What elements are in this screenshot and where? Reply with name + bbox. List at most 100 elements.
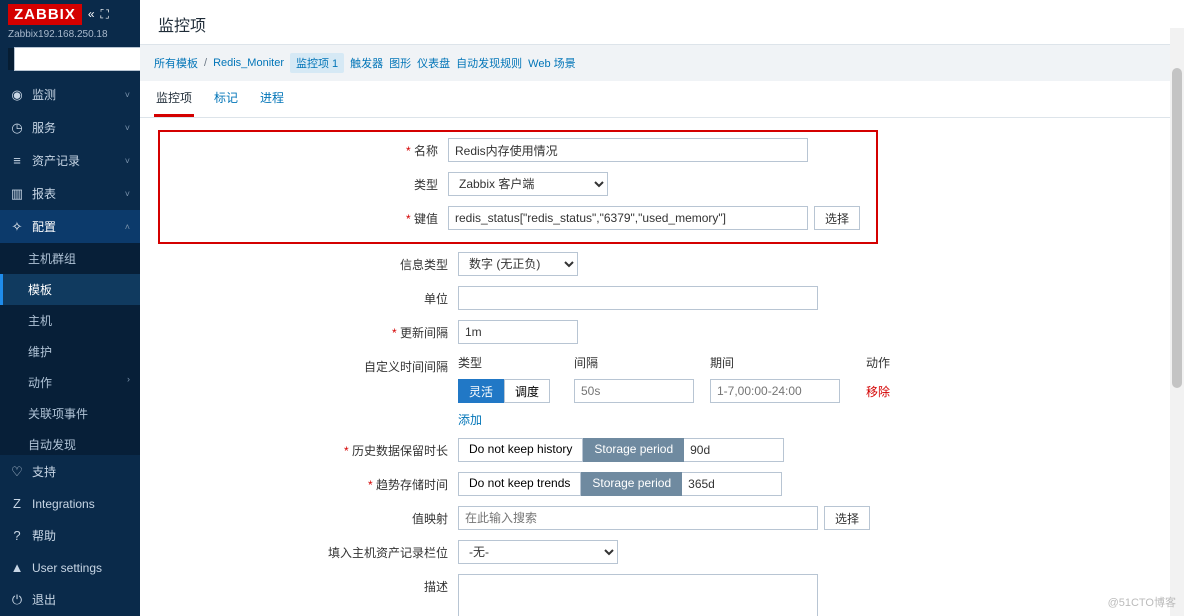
history-dnk-button[interactable]: Do not keep history <box>458 438 583 462</box>
crumb-web[interactable]: Web 场景 <box>528 55 575 71</box>
chevron-icon: ˅ <box>125 90 130 100</box>
scrollbar-thumb[interactable] <box>1172 68 1182 388</box>
logo-row: ZABBIX « ⛶ <box>0 0 140 29</box>
nav-icon: ⏻ <box>10 592 24 608</box>
chevron-icon: ˅ <box>125 123 130 133</box>
trends-value-input[interactable] <box>682 472 782 496</box>
nav-label: 配置 <box>32 218 56 235</box>
bottom-nav-item[interactable]: ♡ 支持 <box>0 455 140 488</box>
sidebar: ZABBIX « ⛶ Zabbix192.168.250.18 🔍 ◉ 监测 ˅ ◷ 服… <box>0 0 140 616</box>
host-address: Zabbix192.168.250.18 <box>0 29 140 44</box>
trends-label: 趋势存储时间 <box>158 472 458 493</box>
history-value-input[interactable] <box>684 438 784 462</box>
nav-label: 退出 <box>32 591 56 608</box>
nav-label: 帮助 <box>32 527 56 544</box>
nav-sub-item[interactable]: 模板 <box>0 274 140 305</box>
ci-period-input[interactable] <box>710 379 840 403</box>
ci-schedule-button[interactable]: 调度 <box>504 379 550 403</box>
nav-label: 监测 <box>32 86 56 103</box>
tab-item[interactable]: 监控项 <box>154 89 194 117</box>
tab-tag[interactable]: 标记 <box>212 89 240 117</box>
crumb-dashboards[interactable]: 仪表盘 <box>417 55 450 71</box>
valuemap-select-button[interactable]: 选择 <box>824 506 870 530</box>
nav-sub-item[interactable]: 维护 <box>0 336 140 367</box>
tab-process[interactable]: 进程 <box>258 89 286 117</box>
key-input[interactable] <box>448 206 808 230</box>
nav-label: Integrations <box>32 497 95 511</box>
brand-logo[interactable]: ZABBIX <box>8 4 82 25</box>
ci-flexible-button[interactable]: 灵活 <box>458 379 504 403</box>
nav-item[interactable]: ▥报表˅ <box>0 177 140 210</box>
desc-textarea[interactable] <box>458 574 818 616</box>
nav-sub-item[interactable]: 主机 <box>0 305 140 336</box>
key-label: 键值 <box>168 206 448 227</box>
info-type-select[interactable]: 数字 (无正负) <box>458 252 578 276</box>
crumb-template[interactable]: Redis_Moniter <box>213 57 284 69</box>
inventory-select[interactable]: -无- <box>458 540 618 564</box>
crumb-graphs[interactable]: 图形 <box>389 55 411 71</box>
nav-sub-item[interactable]: 自动发现 <box>0 429 140 455</box>
watermark: @51CTO博客 <box>1108 594 1176 610</box>
bottom-nav-item[interactable]: ▲ User settings <box>0 552 140 583</box>
trends-dnk-button[interactable]: Do not keep trends <box>458 472 581 496</box>
crumb-discovery[interactable]: 自动发现规则 <box>456 55 522 71</box>
trends-storage-button[interactable]: Storage period <box>581 472 682 496</box>
bottom-nav-item[interactable]: ⏻ 退出 <box>0 583 140 616</box>
ci-remove-link[interactable]: 移除 <box>866 383 926 400</box>
type-select[interactable]: Zabbix 客户端 <box>448 172 608 196</box>
nav-sub-item[interactable]: 关联项事件 <box>0 398 140 429</box>
nav-label: 服务 <box>32 119 56 136</box>
highlight-box: 名称 类型 Zabbix 客户端 键值 选择 <box>158 130 878 244</box>
crumb-all-templates[interactable]: 所有模板 <box>154 55 198 71</box>
ci-interval-input[interactable] <box>574 379 694 403</box>
nav-icon: ▥ <box>10 186 24 202</box>
nav-sub-item[interactable]: 动作› <box>0 367 140 398</box>
nav-icon: ▲ <box>10 560 24 575</box>
custom-interval-label: 自定义时间间隔 <box>158 354 458 375</box>
search-box[interactable]: 🔍 <box>8 48 132 70</box>
crumb-sep: / <box>204 57 207 69</box>
unit-label: 单位 <box>158 286 458 307</box>
valuemap-label: 值映射 <box>158 506 458 527</box>
main: 监控项 所有模板 / Redis_Moniter 监控项 1 触发器 图形 仪表… <box>140 0 1184 616</box>
breadcrumb: 所有模板 / Redis_Moniter 监控项 1 触发器 图形 仪表盘 自动… <box>140 45 1184 81</box>
nav-icon: Z <box>10 496 24 511</box>
name-input[interactable] <box>448 138 808 162</box>
name-label: 名称 <box>168 138 448 159</box>
history-label: 历史数据保留时长 <box>158 438 458 459</box>
bottom-nav-item[interactable]: Z Integrations <box>0 488 140 519</box>
ci-add-link[interactable]: 添加 <box>458 413 482 427</box>
bottom-nav: ♡ 支持 Z Integrations? 帮助 ▲ User settings ⏻ 退出 <box>0 455 140 616</box>
chevron-right-icon: › <box>127 374 130 384</box>
history-storage-button[interactable]: Storage period <box>583 438 684 462</box>
nav-label: 支持 <box>32 463 56 480</box>
bottom-nav-item[interactable]: ? 帮助 <box>0 519 140 552</box>
nav-icon: ♡ <box>10 464 24 480</box>
nav-label: User settings <box>32 561 102 575</box>
nav-icon: ≡ <box>10 153 24 168</box>
valuemap-input[interactable] <box>458 506 818 530</box>
key-select-button[interactable]: 选择 <box>814 206 860 230</box>
nav-item[interactable]: ✧配置˄ <box>0 210 140 243</box>
nav-icon: ◷ <box>10 120 24 136</box>
interval-input[interactable] <box>458 320 578 344</box>
nav-icon: ? <box>10 528 24 543</box>
info-type-label: 信息类型 <box>158 252 458 273</box>
nav-icon: ◉ <box>10 87 24 103</box>
nav-sub-item[interactable]: 主机群组 <box>0 243 140 274</box>
nav-item[interactable]: ◷ 服务 ˅ <box>0 111 140 144</box>
crumb-triggers[interactable]: 触发器 <box>350 55 383 71</box>
unit-input[interactable] <box>458 286 818 310</box>
type-label: 类型 <box>168 172 448 193</box>
scrollbar-track[interactable] <box>1170 28 1184 616</box>
chevron-icon: ˅ <box>125 189 130 199</box>
form: 名称 类型 Zabbix 客户端 键值 选择 信息类型 数字 (无正负) <box>140 118 1184 616</box>
ci-interval-header: 间隔 <box>574 354 704 373</box>
crumb-items[interactable]: 监控项 1 <box>290 53 344 73</box>
header-icons: « ⛶ <box>88 7 109 22</box>
nav-item[interactable]: ◉ 监测 ˅ <box>0 78 140 111</box>
ci-period-header: 期间 <box>710 354 860 373</box>
collapse-icon[interactable]: « <box>88 7 95 22</box>
expand-icon[interactable]: ⛶ <box>101 7 109 22</box>
nav-item[interactable]: ≡资产记录˅ <box>0 144 140 177</box>
